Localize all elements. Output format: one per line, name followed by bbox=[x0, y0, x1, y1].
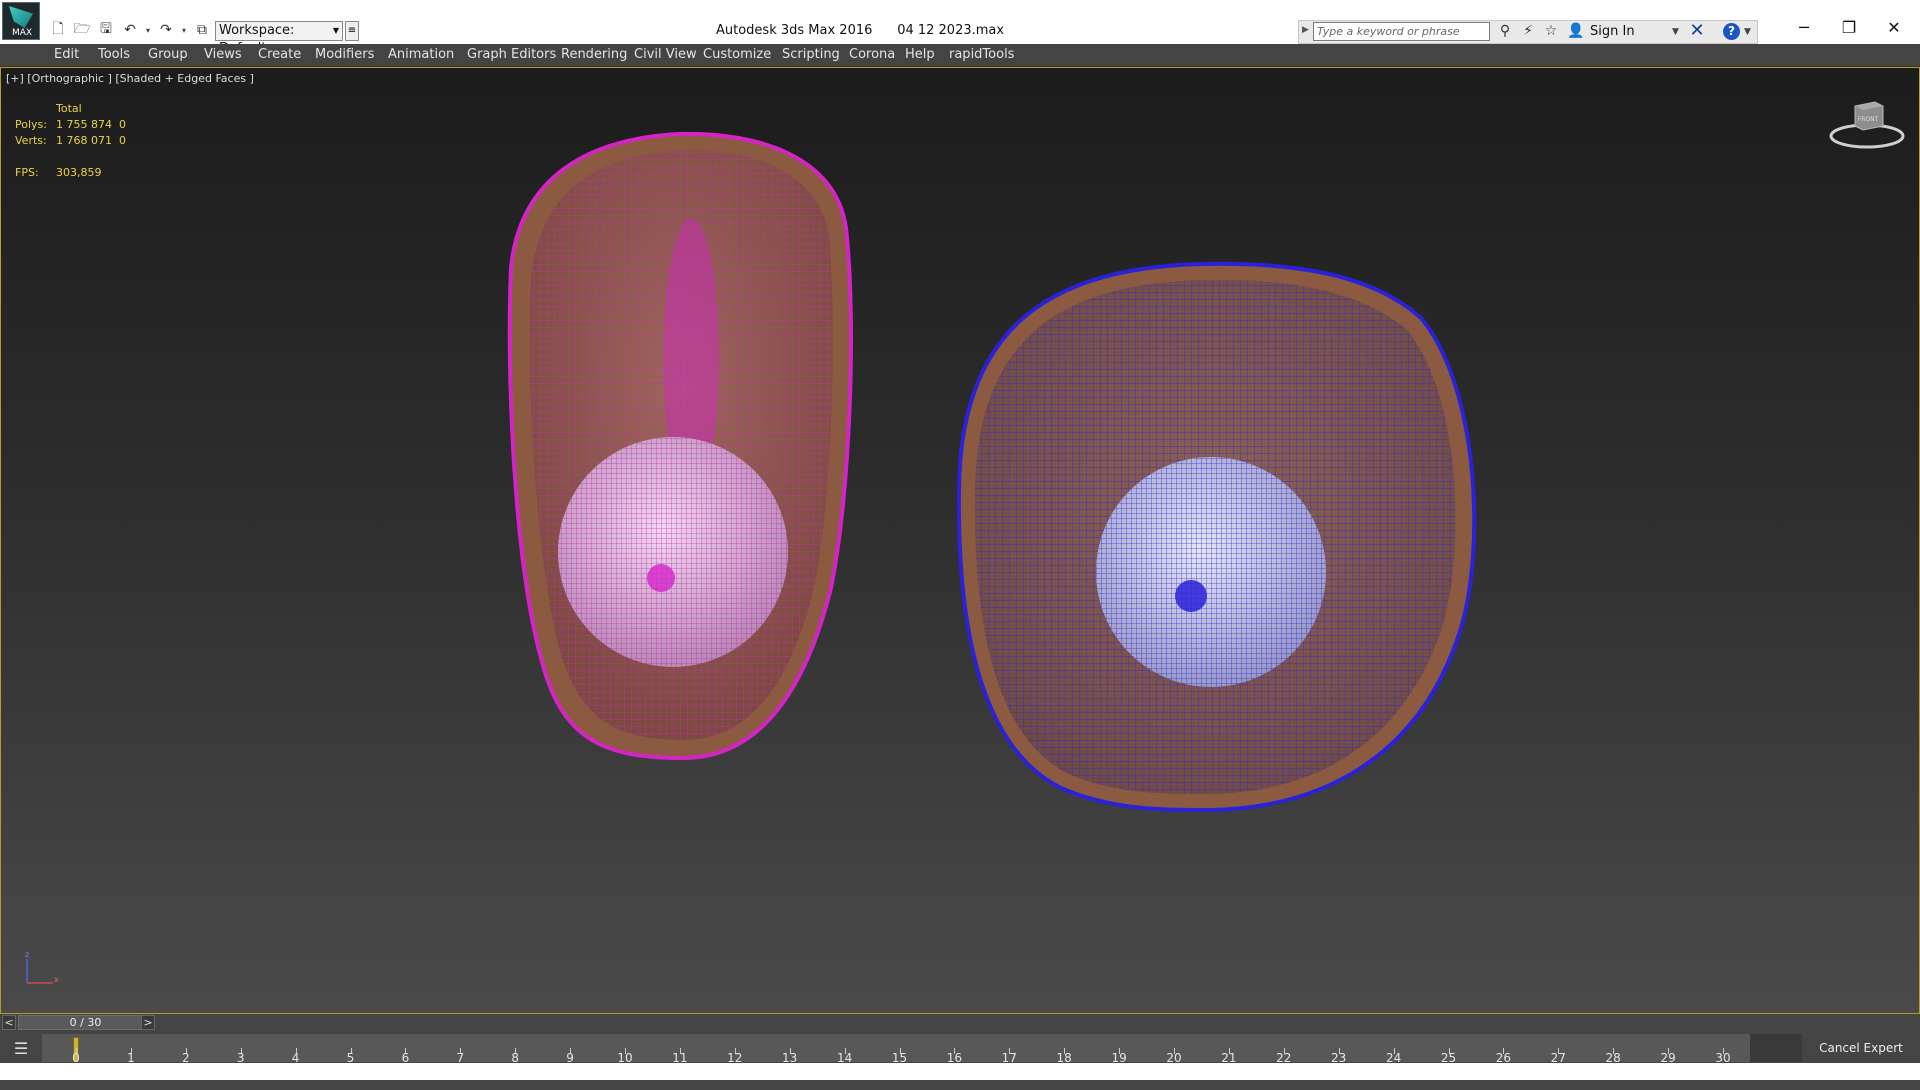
menu-create[interactable]: Create bbox=[258, 47, 301, 62]
menu-bar: Edit Tools Group Views Create Modifiers … bbox=[0, 44, 1920, 67]
title-bar: MAX 🗋 🗁 🖫 ↶ ▾ ↷ ▾ ⧉ Workspace: Default ▼… bbox=[0, 0, 1920, 56]
time-slider-bar: < 0 / 30 > bbox=[0, 1014, 1920, 1032]
favorites-star-icon[interactable]: ☆ bbox=[1541, 21, 1561, 41]
time-slider-prev-button[interactable]: < bbox=[2, 1015, 16, 1030]
viewport-orthographic[interactable]: [+] [Orthographic ] [Shaded + Edged Face… bbox=[0, 67, 1920, 1014]
3dsmax-logo-icon bbox=[9, 6, 33, 28]
menu-edit[interactable]: Edit bbox=[54, 47, 79, 62]
app-logo-text: MAX bbox=[11, 28, 33, 38]
project-folder-icon[interactable]: ⧉ bbox=[192, 20, 212, 40]
expand-search-icon[interactable]: ▶ bbox=[1302, 25, 1309, 35]
time-slider[interactable]: 0 / 30 bbox=[18, 1015, 153, 1030]
menu-customize[interactable]: Customize bbox=[703, 47, 771, 62]
scene-objects bbox=[507, 131, 1477, 813]
undo-icon[interactable]: ↶ bbox=[120, 20, 140, 40]
menu-group[interactable]: Group bbox=[148, 47, 188, 62]
minimize-icon[interactable]: ─ bbox=[1784, 16, 1824, 40]
axis-z-label: z bbox=[25, 950, 29, 959]
time-slider-next-button[interactable]: > bbox=[141, 1015, 155, 1030]
user-icon[interactable]: 👤 bbox=[1566, 21, 1586, 41]
open-file-icon[interactable]: 🗁 bbox=[72, 20, 92, 40]
menu-modifiers[interactable]: Modifiers bbox=[315, 47, 374, 62]
chevron-down-icon[interactable]: ▼ bbox=[1672, 27, 1679, 37]
timeline-ruler[interactable]: 0 1 2 3 4 5 6 7 8 9 10 11 12 13 14 15 16 17 18 19 20 21 22 23 24… bbox=[42, 1034, 1750, 1065]
restore-icon[interactable]: ❐ bbox=[1829, 16, 1869, 40]
search-input[interactable] bbox=[1313, 22, 1490, 41]
axis-tripod: z x bbox=[25, 950, 59, 984]
menu-rapidtools[interactable]: rapidTools bbox=[949, 47, 1014, 62]
new-file-icon[interactable]: 🗋 bbox=[48, 20, 68, 40]
menu-tools[interactable]: Tools bbox=[98, 47, 130, 62]
menu-civil-view[interactable]: Civil View bbox=[634, 47, 697, 62]
customize-qat-icon[interactable]: ≡ bbox=[345, 21, 359, 41]
undo-dropdown-icon[interactable]: ▾ bbox=[144, 26, 152, 35]
status-strip bbox=[0, 1063, 1920, 1080]
menu-views[interactable]: Views bbox=[204, 47, 242, 62]
sign-in-link[interactable]: Sign In bbox=[1590, 24, 1635, 39]
redo-dropdown-icon[interactable]: ▾ bbox=[180, 26, 188, 35]
file-name: 04 12 2023.max bbox=[897, 23, 1005, 38]
menu-help[interactable]: Help bbox=[905, 47, 935, 62]
chevron-down-icon: ▼ bbox=[332, 26, 339, 35]
redo-icon[interactable]: ↷ bbox=[156, 20, 176, 40]
communication-center-icon[interactable]: ⚡ bbox=[1518, 21, 1538, 41]
left-bowl-object[interactable] bbox=[507, 131, 853, 761]
timeline-end-spacer bbox=[1750, 1034, 1802, 1062]
exchange-apps-icon[interactable]: ✕ bbox=[1687, 21, 1707, 41]
save-file-icon[interactable]: 🖫 bbox=[96, 20, 116, 40]
help-button[interactable]: ? bbox=[1723, 23, 1740, 40]
chevron-down-icon[interactable]: ▼ bbox=[1744, 27, 1751, 37]
menu-graph-editors[interactable]: Graph Editors bbox=[467, 47, 556, 62]
menu-animation[interactable]: Animation bbox=[388, 47, 454, 62]
quick-access-toolbar: 🗋 🗁 🖫 ↶ ▾ ↷ ▾ ⧉ bbox=[48, 20, 212, 40]
workspace-dropdown[interactable]: Workspace: Default ▼ bbox=[215, 21, 343, 56]
app-menu-button[interactable]: MAX bbox=[2, 2, 40, 40]
app-title: Autodesk 3ds Max 2016 bbox=[716, 23, 873, 38]
cancel-expert-mode-button[interactable]: Cancel Expert Mode bbox=[1802, 1034, 1920, 1083]
binoculars-icon[interactable]: ⚲ bbox=[1495, 21, 1515, 41]
menu-rendering[interactable]: Rendering bbox=[561, 47, 627, 62]
axis-x-label: x bbox=[54, 975, 59, 984]
right-bowl-object[interactable] bbox=[956, 261, 1477, 813]
mini-curve-editor-icon[interactable]: ☰ bbox=[5, 1037, 37, 1061]
close-icon[interactable]: ✕ bbox=[1874, 16, 1914, 40]
menu-corona[interactable]: Corona bbox=[849, 47, 895, 62]
menu-scripting[interactable]: Scripting bbox=[782, 47, 840, 62]
window-title: Autodesk 3ds Max 2016 04 12 2023.max bbox=[716, 23, 1004, 38]
